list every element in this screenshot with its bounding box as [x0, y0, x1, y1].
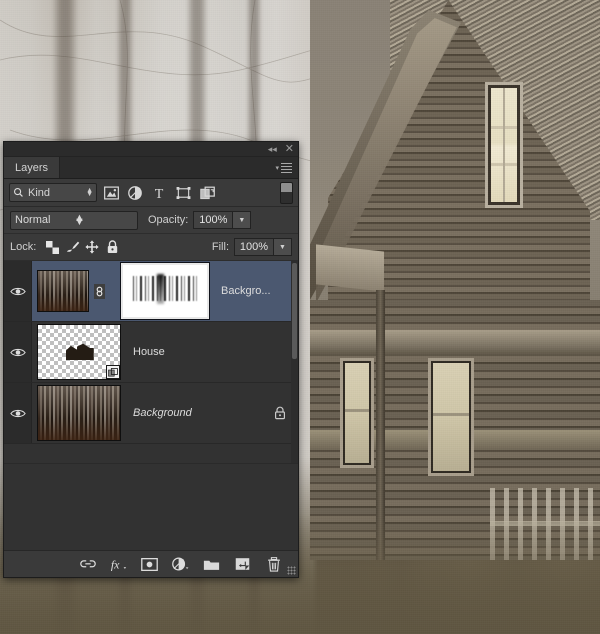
layers-panel[interactable]: ◂◂ ✕ Layers ▾ Kind ▲ ▼ T Normal ▲ ▼ Opac… [3, 141, 299, 578]
filter-pixel-layers-icon[interactable] [101, 183, 121, 203]
scrollbar-thumb[interactable] [292, 263, 297, 359]
lock-label: Lock: [10, 241, 37, 253]
table-row[interactable]: House [4, 322, 298, 383]
filter-type-layers-icon[interactable]: T [149, 183, 169, 203]
filter-adjustment-layers-icon[interactable] [125, 183, 145, 203]
opacity-dropdown-arrow[interactable]: ▼ [233, 211, 252, 229]
tab-layers-label: Layers [15, 161, 49, 174]
filter-smart-objects-icon[interactable] [197, 183, 217, 203]
smart-object-badge-icon [106, 365, 120, 379]
mask-link-icon[interactable] [91, 283, 107, 299]
layer-visibility-toggle[interactable] [4, 383, 32, 443]
layer-visibility-toggle[interactable] [4, 322, 32, 382]
lock-position-icon[interactable] [82, 237, 102, 257]
new-adjustment-layer-button[interactable] [172, 556, 189, 573]
lock-transparent-pixels-icon[interactable] [42, 237, 62, 257]
collapse-arrows-icon[interactable]: ◂◂ [268, 144, 277, 154]
delete-layer-button[interactable] [265, 556, 282, 573]
table-row[interactable]: Background [4, 383, 298, 444]
panel-titlebar: ◂◂ ✕ [4, 142, 298, 157]
layers-panel-bottom-toolbar: fx [4, 550, 298, 577]
svg-text:fx: fx [111, 557, 120, 571]
lock-all-icon[interactable] [102, 237, 122, 257]
fill-input[interactable]: 100% [234, 238, 274, 256]
table-row[interactable]: Backgro... [4, 261, 298, 322]
house-thumbnail-content [65, 343, 94, 361]
eye-icon [9, 409, 26, 417]
filter-shape-layers-icon[interactable] [173, 183, 193, 203]
layer-name[interactable]: Backgro... [221, 285, 298, 297]
layer-filter-row: Kind ▲ ▼ T [4, 179, 298, 207]
new-layer-button[interactable] [234, 556, 251, 573]
fill-label: Fill: [211, 241, 229, 253]
filter-kind-label: Kind [28, 186, 51, 199]
add-layer-mask-button[interactable] [141, 556, 158, 573]
layer-locked-icon [274, 406, 286, 420]
filter-kind-stepper[interactable]: ▲ ▼ [86, 187, 93, 198]
filter-kind-select[interactable]: Kind ▲ ▼ [9, 183, 97, 202]
layer-visibility-toggle[interactable] [4, 261, 32, 321]
svg-text:T: T [155, 187, 164, 200]
blend-mode-stepper: ▲ ▼ [74, 212, 85, 228]
panel-resize-grip[interactable] [287, 566, 296, 575]
fill-dropdown-arrow[interactable]: ▼ [274, 238, 292, 256]
opacity-input[interactable]: 100% [193, 211, 234, 229]
opacity-label: Opacity: [148, 214, 189, 226]
hamburger-icon [281, 161, 292, 175]
layer-thumbnail[interactable] [37, 324, 121, 380]
layer-thumbnail[interactable] [37, 270, 89, 312]
blend-mode-value: Normal [15, 214, 51, 226]
mask-content [133, 276, 197, 302]
lock-options-row: Lock: Fill: 100% ▼ [4, 234, 298, 261]
eye-icon [9, 348, 26, 356]
panel-menu-icon[interactable]: ▾ [275, 157, 298, 178]
close-icon[interactable]: ✕ [285, 143, 294, 155]
layer-list-scrollbar[interactable] [291, 261, 298, 463]
new-group-button[interactable] [203, 556, 220, 573]
menu-caret-icon: ▾ [275, 164, 279, 172]
tab-layers[interactable]: Layers [4, 157, 61, 178]
layer-name[interactable]: Background [133, 407, 274, 419]
blend-mode-select[interactable]: Normal ▲ ▼ [10, 210, 138, 230]
layer-mask-thumbnail[interactable] [120, 262, 210, 320]
blend-options-row: Normal ▲ ▼ Opacity: 100% ▼ [4, 207, 298, 234]
link-layers-button[interactable] [79, 556, 96, 573]
search-icon [14, 188, 23, 197]
lock-image-pixels-icon[interactable] [62, 237, 82, 257]
layer-style-button[interactable]: fx [110, 556, 127, 573]
layer-name[interactable]: House [133, 346, 298, 358]
panel-tab-row: Layers ▾ [4, 157, 298, 179]
layer-thumbnail[interactable] [37, 385, 121, 441]
eye-icon [9, 287, 26, 295]
filter-enable-toggle[interactable] [280, 181, 293, 204]
layer-list[interactable]: Backgro... House Background [4, 261, 298, 463]
